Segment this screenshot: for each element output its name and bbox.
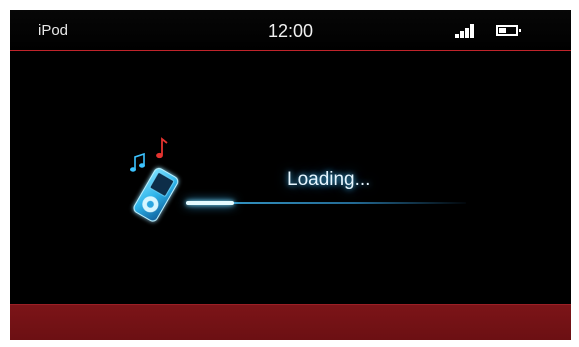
ipod-screen: iPod 12:00 Loading...: [10, 10, 571, 340]
progress-indicator: [186, 201, 234, 205]
bottom-bar: [10, 304, 571, 340]
battery-icon: [496, 25, 521, 36]
loading-panel: Loading...: [10, 51, 571, 304]
signal-bars-icon: [455, 23, 478, 38]
clock: 12:00: [267, 21, 314, 41]
music-note-icon: [156, 137, 168, 159]
music-note-icon: [130, 152, 145, 172]
status-bar: iPod 12:00: [10, 10, 571, 50]
loading-text: Loading...: [287, 169, 371, 190]
ipod-nano-icon: [130, 137, 179, 222]
